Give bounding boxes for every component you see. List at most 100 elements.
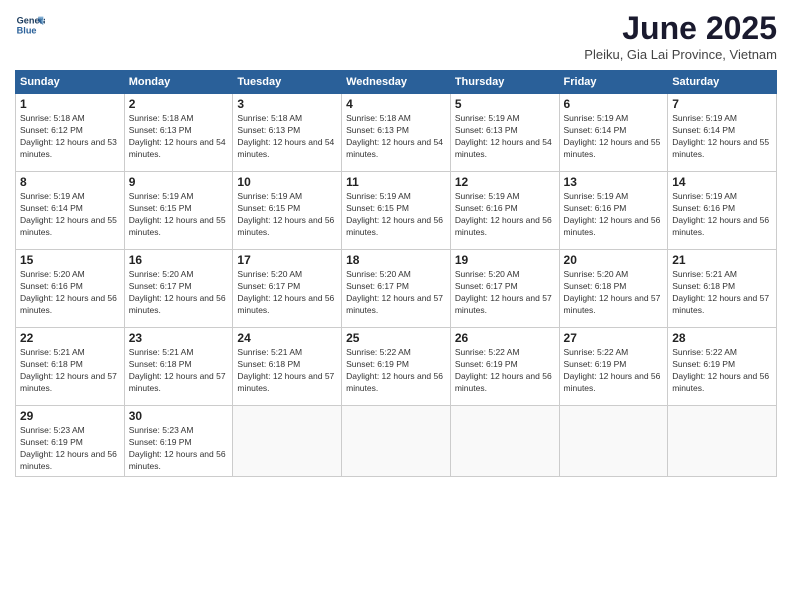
day-info: Sunrise: 5:23 AM Sunset: 6:19 PM Dayligh… xyxy=(129,425,229,473)
day-number: 1 xyxy=(20,97,120,111)
table-row: 28 Sunrise: 5:22 AM Sunset: 6:19 PM Dayl… xyxy=(668,328,777,406)
day-info: Sunrise: 5:19 AM Sunset: 6:16 PM Dayligh… xyxy=(672,191,772,239)
day-number: 26 xyxy=(455,331,555,345)
table-row: 11 Sunrise: 5:19 AM Sunset: 6:15 PM Dayl… xyxy=(342,172,451,250)
svg-text:Blue: Blue xyxy=(17,25,37,35)
col-tuesday: Tuesday xyxy=(233,71,342,94)
day-info: Sunrise: 5:19 AM Sunset: 6:16 PM Dayligh… xyxy=(564,191,664,239)
table-row: 12 Sunrise: 5:19 AM Sunset: 6:16 PM Dayl… xyxy=(450,172,559,250)
day-number: 25 xyxy=(346,331,446,345)
day-number: 13 xyxy=(564,175,664,189)
day-number: 20 xyxy=(564,253,664,267)
col-wednesday: Wednesday xyxy=(342,71,451,94)
day-info: Sunrise: 5:23 AM Sunset: 6:19 PM Dayligh… xyxy=(20,425,120,473)
day-info: Sunrise: 5:18 AM Sunset: 6:13 PM Dayligh… xyxy=(346,113,446,161)
table-row: 23 Sunrise: 5:21 AM Sunset: 6:18 PM Dayl… xyxy=(124,328,233,406)
table-row: 5 Sunrise: 5:19 AM Sunset: 6:13 PM Dayli… xyxy=(450,94,559,172)
table-row: 17 Sunrise: 5:20 AM Sunset: 6:17 PM Dayl… xyxy=(233,250,342,328)
day-info: Sunrise: 5:22 AM Sunset: 6:19 PM Dayligh… xyxy=(455,347,555,395)
table-row: 19 Sunrise: 5:20 AM Sunset: 6:17 PM Dayl… xyxy=(450,250,559,328)
day-number: 3 xyxy=(237,97,337,111)
day-info: Sunrise: 5:21 AM Sunset: 6:18 PM Dayligh… xyxy=(20,347,120,395)
calendar-week-row: 1 Sunrise: 5:18 AM Sunset: 6:12 PM Dayli… xyxy=(16,94,777,172)
day-number: 18 xyxy=(346,253,446,267)
day-number: 28 xyxy=(672,331,772,345)
table-row: 22 Sunrise: 5:21 AM Sunset: 6:18 PM Dayl… xyxy=(16,328,125,406)
day-number: 17 xyxy=(237,253,337,267)
logo-icon: General Blue xyxy=(15,10,45,40)
day-number: 19 xyxy=(455,253,555,267)
table-row xyxy=(342,406,451,477)
calendar-week-row: 8 Sunrise: 5:19 AM Sunset: 6:14 PM Dayli… xyxy=(16,172,777,250)
table-row: 7 Sunrise: 5:19 AM Sunset: 6:14 PM Dayli… xyxy=(668,94,777,172)
table-row: 8 Sunrise: 5:19 AM Sunset: 6:14 PM Dayli… xyxy=(16,172,125,250)
day-number: 9 xyxy=(129,175,229,189)
day-number: 23 xyxy=(129,331,229,345)
day-info: Sunrise: 5:20 AM Sunset: 6:17 PM Dayligh… xyxy=(237,269,337,317)
month-title: June 2025 xyxy=(584,10,777,47)
calendar-table: Sunday Monday Tuesday Wednesday Thursday… xyxy=(15,70,777,477)
col-friday: Friday xyxy=(559,71,668,94)
table-row: 26 Sunrise: 5:22 AM Sunset: 6:19 PM Dayl… xyxy=(450,328,559,406)
table-row: 15 Sunrise: 5:20 AM Sunset: 6:16 PM Dayl… xyxy=(16,250,125,328)
table-row: 3 Sunrise: 5:18 AM Sunset: 6:13 PM Dayli… xyxy=(233,94,342,172)
day-number: 27 xyxy=(564,331,664,345)
col-saturday: Saturday xyxy=(668,71,777,94)
day-info: Sunrise: 5:19 AM Sunset: 6:14 PM Dayligh… xyxy=(20,191,120,239)
day-info: Sunrise: 5:18 AM Sunset: 6:12 PM Dayligh… xyxy=(20,113,120,161)
table-row: 18 Sunrise: 5:20 AM Sunset: 6:17 PM Dayl… xyxy=(342,250,451,328)
day-info: Sunrise: 5:22 AM Sunset: 6:19 PM Dayligh… xyxy=(564,347,664,395)
table-row: 6 Sunrise: 5:19 AM Sunset: 6:14 PM Dayli… xyxy=(559,94,668,172)
day-info: Sunrise: 5:20 AM Sunset: 6:17 PM Dayligh… xyxy=(346,269,446,317)
day-info: Sunrise: 5:19 AM Sunset: 6:15 PM Dayligh… xyxy=(129,191,229,239)
day-info: Sunrise: 5:20 AM Sunset: 6:18 PM Dayligh… xyxy=(564,269,664,317)
table-row: 2 Sunrise: 5:18 AM Sunset: 6:13 PM Dayli… xyxy=(124,94,233,172)
table-row: 21 Sunrise: 5:21 AM Sunset: 6:18 PM Dayl… xyxy=(668,250,777,328)
day-number: 30 xyxy=(129,409,229,423)
calendar-week-row: 15 Sunrise: 5:20 AM Sunset: 6:16 PM Dayl… xyxy=(16,250,777,328)
header: General Blue June 2025 Pleiku, Gia Lai P… xyxy=(15,10,777,62)
page: General Blue June 2025 Pleiku, Gia Lai P… xyxy=(0,0,792,612)
day-info: Sunrise: 5:20 AM Sunset: 6:17 PM Dayligh… xyxy=(129,269,229,317)
col-monday: Monday xyxy=(124,71,233,94)
table-row: 29 Sunrise: 5:23 AM Sunset: 6:19 PM Dayl… xyxy=(16,406,125,477)
day-info: Sunrise: 5:21 AM Sunset: 6:18 PM Dayligh… xyxy=(672,269,772,317)
table-row xyxy=(233,406,342,477)
day-number: 16 xyxy=(129,253,229,267)
day-number: 22 xyxy=(20,331,120,345)
table-row xyxy=(450,406,559,477)
day-number: 5 xyxy=(455,97,555,111)
day-info: Sunrise: 5:22 AM Sunset: 6:19 PM Dayligh… xyxy=(672,347,772,395)
day-number: 6 xyxy=(564,97,664,111)
title-block: June 2025 Pleiku, Gia Lai Province, Viet… xyxy=(584,10,777,62)
table-row: 14 Sunrise: 5:19 AM Sunset: 6:16 PM Dayl… xyxy=(668,172,777,250)
day-number: 15 xyxy=(20,253,120,267)
table-row: 10 Sunrise: 5:19 AM Sunset: 6:15 PM Dayl… xyxy=(233,172,342,250)
day-number: 4 xyxy=(346,97,446,111)
calendar-week-row: 22 Sunrise: 5:21 AM Sunset: 6:18 PM Dayl… xyxy=(16,328,777,406)
table-row: 16 Sunrise: 5:20 AM Sunset: 6:17 PM Dayl… xyxy=(124,250,233,328)
table-row: 30 Sunrise: 5:23 AM Sunset: 6:19 PM Dayl… xyxy=(124,406,233,477)
day-number: 10 xyxy=(237,175,337,189)
table-row: 4 Sunrise: 5:18 AM Sunset: 6:13 PM Dayli… xyxy=(342,94,451,172)
day-number: 14 xyxy=(672,175,772,189)
col-thursday: Thursday xyxy=(450,71,559,94)
table-row xyxy=(559,406,668,477)
table-row: 25 Sunrise: 5:22 AM Sunset: 6:19 PM Dayl… xyxy=(342,328,451,406)
logo: General Blue xyxy=(15,10,45,40)
day-info: Sunrise: 5:18 AM Sunset: 6:13 PM Dayligh… xyxy=(129,113,229,161)
calendar-week-row: 29 Sunrise: 5:23 AM Sunset: 6:19 PM Dayl… xyxy=(16,406,777,477)
day-info: Sunrise: 5:19 AM Sunset: 6:13 PM Dayligh… xyxy=(455,113,555,161)
day-number: 7 xyxy=(672,97,772,111)
day-info: Sunrise: 5:20 AM Sunset: 6:17 PM Dayligh… xyxy=(455,269,555,317)
table-row: 20 Sunrise: 5:20 AM Sunset: 6:18 PM Dayl… xyxy=(559,250,668,328)
table-row: 27 Sunrise: 5:22 AM Sunset: 6:19 PM Dayl… xyxy=(559,328,668,406)
day-number: 12 xyxy=(455,175,555,189)
day-info: Sunrise: 5:21 AM Sunset: 6:18 PM Dayligh… xyxy=(129,347,229,395)
day-number: 2 xyxy=(129,97,229,111)
day-info: Sunrise: 5:20 AM Sunset: 6:16 PM Dayligh… xyxy=(20,269,120,317)
day-number: 11 xyxy=(346,175,446,189)
day-info: Sunrise: 5:18 AM Sunset: 6:13 PM Dayligh… xyxy=(237,113,337,161)
col-sunday: Sunday xyxy=(16,71,125,94)
day-info: Sunrise: 5:19 AM Sunset: 6:14 PM Dayligh… xyxy=(564,113,664,161)
